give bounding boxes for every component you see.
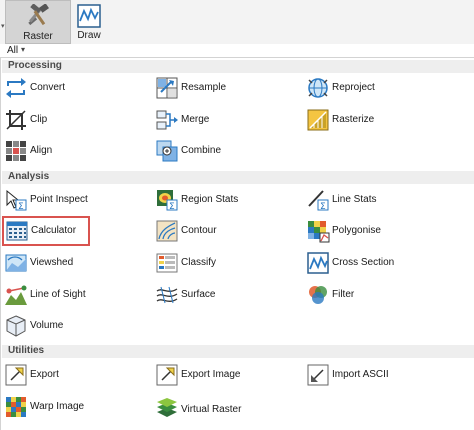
section-title: Utilities (8, 345, 45, 356)
line-of-sight-icon (4, 283, 28, 307)
raster-ribbon-label: Raster (23, 31, 53, 42)
section-analysis: Analysis (2, 171, 474, 184)
menu-item-volume[interactable]: Volume (4, 314, 144, 340)
reproject-globe-icon (306, 76, 330, 100)
draw-ribbon-label: Draw (77, 30, 101, 41)
section-utilities: Utilities (2, 345, 474, 358)
resample-icon (155, 76, 179, 100)
section-title: Analysis (8, 171, 50, 182)
menu-item-clip[interactable]: Clip (4, 108, 144, 134)
combine-icon (155, 139, 179, 163)
svg-text:Σ: Σ (18, 202, 24, 212)
menu-item-viewshed[interactable]: Viewshed (4, 251, 144, 277)
menu-item-label: Merge (181, 114, 210, 125)
ribbon: ▾ Raster Draw (0, 0, 474, 45)
classify-icon (155, 251, 179, 275)
menu-item-combine[interactable]: Combine (155, 139, 295, 165)
menu-item-rasterize[interactable]: Rasterize (306, 108, 446, 134)
polygonise-icon (306, 219, 330, 243)
draw-ribbon-button[interactable]: Draw (72, 0, 106, 44)
menu-item-label: Calculator (31, 225, 77, 236)
merge-icon (155, 108, 179, 132)
filter-rgb-icon (306, 283, 330, 307)
menu-item-classify[interactable]: Classify (155, 251, 295, 277)
svg-text:Σ: Σ (169, 202, 175, 212)
raster-ribbon-button[interactable]: Raster (5, 0, 71, 44)
calculator-icon (5, 219, 29, 243)
virtual-raster-layers-icon (155, 396, 179, 420)
menu-item-import-ascii[interactable]: Import ASCII (306, 363, 446, 389)
menu-item-surface[interactable]: Surface (155, 283, 295, 309)
point-inspect-icon: Σ (4, 188, 28, 212)
menu-item-label: Warp Image (30, 401, 85, 412)
menu-item-label: Filter (332, 289, 355, 300)
menu-item-label: Resample (181, 82, 227, 93)
menu-item-label: Convert (30, 82, 66, 93)
menu-item-label: Rasterize (332, 114, 375, 125)
menu-item-export[interactable]: Export (4, 363, 144, 389)
menu-item-virtual-raster[interactable]: Virtual Raster (155, 396, 295, 422)
menu-item-cross-section[interactable]: Cross Section (306, 251, 446, 277)
menu-item-label: Import ASCII (332, 369, 389, 380)
menu-item-align[interactable]: Align (4, 139, 144, 165)
menu-item-label: Export (30, 369, 59, 380)
align-grid-icon (4, 139, 28, 163)
menu-item-reproject[interactable]: Reproject (306, 76, 446, 102)
menu-item-label: Line of Sight (30, 289, 86, 300)
menu-item-line-of-sight[interactable]: Line of Sight (4, 283, 144, 309)
menu-item-label: Export Image (181, 369, 241, 380)
menu-item-export-image[interactable]: Export Image (155, 363, 295, 389)
section-processing: Processing (2, 60, 474, 73)
menu-item-contour[interactable]: Contour (155, 219, 295, 245)
export-icon (4, 363, 28, 387)
menu-item-merge[interactable]: Merge (155, 108, 295, 134)
warp-image-icon (4, 395, 28, 419)
menu-item-point-inspect[interactable]: Σ Point Inspect (4, 188, 144, 214)
menu-item-polygonise[interactable]: Polygonise (306, 219, 446, 245)
menu-item-convert[interactable]: Convert (4, 76, 144, 102)
menu-item-label: Polygonise (332, 225, 381, 236)
draw-icon (76, 3, 102, 29)
line-stats-icon: Σ (306, 188, 330, 212)
menu-item-label: Virtual Raster (181, 404, 242, 415)
svg-text:Σ: Σ (320, 202, 326, 212)
menu-item-resample[interactable]: Resample (155, 76, 295, 102)
filter-dropdown[interactable]: All (7, 45, 18, 56)
chevron-down-icon[interactable]: ▾ (21, 45, 25, 54)
raster-tools-icon (25, 4, 51, 30)
menu-item-line-stats[interactable]: Σ Line Stats (306, 188, 446, 214)
menu-item-label: Line Stats (332, 194, 377, 205)
import-ascii-icon (306, 363, 330, 387)
menu-item-warp-image[interactable]: Warp Image (4, 395, 144, 421)
contour-icon (155, 219, 179, 243)
section-title: Processing (8, 60, 62, 71)
filter-row: All ▾ (0, 44, 474, 58)
menu-item-label: Clip (30, 114, 48, 125)
menu-item-label: Align (30, 145, 53, 156)
raster-tools-menu: Processing Convert Resample Reproject Cl… (0, 57, 474, 430)
menu-item-region-stats[interactable]: Σ Region Stats (155, 188, 295, 214)
menu-item-label: Volume (30, 320, 64, 331)
menu-item-label: Surface (181, 289, 216, 300)
clip-icon (4, 108, 28, 132)
surface-icon (155, 283, 179, 307)
region-stats-icon: Σ (155, 188, 179, 212)
rasterize-icon (306, 108, 330, 132)
cross-section-icon (306, 251, 330, 275)
ribbon-overflow-arrow[interactable]: ▾ (1, 22, 5, 30)
menu-item-filter[interactable]: Filter (306, 283, 446, 309)
menu-item-label: Combine (181, 145, 222, 156)
convert-icon (4, 76, 28, 100)
viewshed-icon (4, 251, 28, 275)
menu-item-label: Point Inspect (30, 194, 88, 205)
menu-item-label: Viewshed (30, 257, 74, 268)
menu-item-label: Region Stats (181, 194, 239, 205)
menu-item-label: Reproject (332, 82, 375, 93)
menu-item-calculator[interactable]: Calculator (2, 216, 90, 246)
menu-item-label: Classify (181, 257, 217, 268)
menu-item-label: Contour (181, 225, 217, 236)
export-image-icon (155, 363, 179, 387)
menu-item-label: Cross Section (332, 257, 395, 268)
volume-cube-icon (4, 314, 28, 338)
